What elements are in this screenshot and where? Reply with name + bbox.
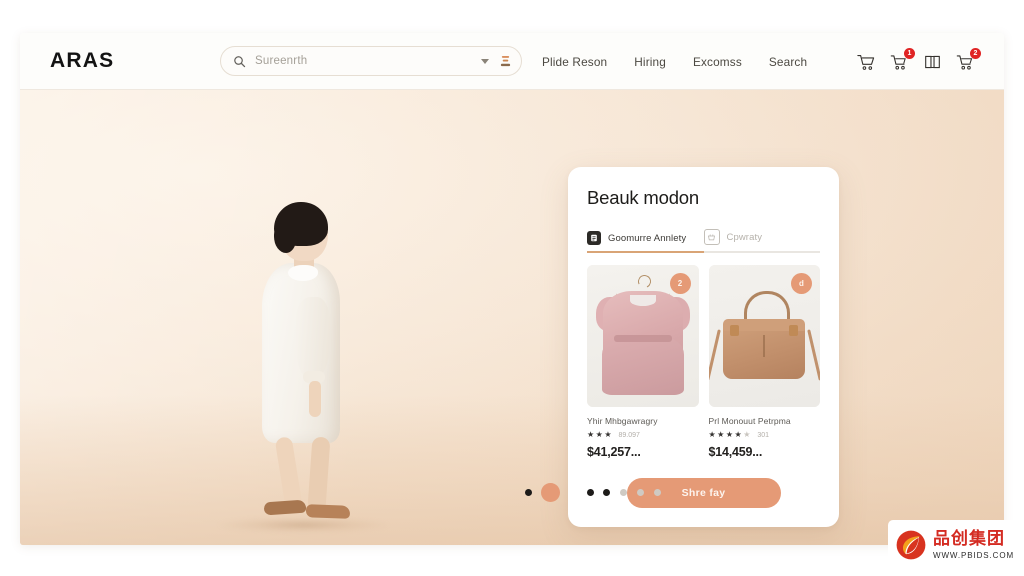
nav-icon-group: 1 2 [856, 33, 981, 90]
star-rating-1: ★ ★ ★ [587, 431, 612, 439]
panel-tabs: Goomurre Annlety Cpwraty [587, 225, 820, 253]
model-sandal-back [263, 499, 307, 516]
nav-links: Plide Reson Hiring Excomss Search [542, 33, 807, 90]
cart-notification-badge: 2 [970, 48, 981, 59]
rating-count-1: 89.097 [618, 431, 640, 439]
tab-active-underline [587, 251, 704, 253]
star-icon: ★ [595, 430, 603, 439]
carousel-dot-4[interactable] [603, 488, 610, 496]
basket-outline-icon [703, 229, 720, 245]
tab-goomurre-annlety[interactable]: Goomurre Annlety [587, 231, 704, 251]
product-badge-1[interactable]: 2 [669, 273, 691, 294]
dress-waistband [613, 335, 672, 342]
carousel-dot-3[interactable] [587, 488, 594, 496]
nav-link-excomss[interactable]: Excomss [693, 55, 742, 69]
star-icon: ★ [587, 430, 595, 439]
book-icon[interactable] [922, 51, 943, 72]
watermark-text: 品创集团 WWW.PBIDS.COM [933, 528, 1015, 560]
star-icon: ★ [734, 430, 742, 439]
product-grid: 2 Yhir Mhbgawragry ★ ★ ★ 89.097 $41,257.… [587, 265, 820, 459]
product-price-2: $14,459... [708, 445, 763, 459]
bag-center-seam [763, 335, 766, 357]
star-icon: ★ [604, 430, 612, 439]
document-solid-icon [587, 231, 601, 245]
product-card-2[interactable]: d Prl Monouut Petrpma ★ ★ ★ ★ ★ 301 $14,… [708, 265, 821, 459]
nav-link-plide-reson[interactable]: Plide Reson [542, 55, 607, 69]
model-collar [288, 265, 318, 281]
product-rating-1: ★ ★ ★ 89.097 [587, 431, 699, 439]
product-badge-2[interactable]: d [791, 273, 812, 294]
cart-alert-icon[interactable]: 1 [889, 48, 915, 72]
cart-icon[interactable] [856, 51, 877, 72]
page-frame: ARAS Sureenrth Plide Reson Hiring Excoms… [20, 33, 1004, 545]
carousel-dot-7[interactable] [654, 488, 661, 496]
search-input[interactable]: Sureenrth [255, 55, 481, 67]
product-name-2: Prl Monouut Petrpma [708, 416, 791, 426]
model-leg-back [274, 436, 303, 508]
product-image-dress[interactable]: 2 [587, 265, 699, 407]
product-rating-2: ★ ★ ★ ★ ★ 301 [709, 431, 821, 439]
top-navigation-bar: ARAS Sureenrth Plide Reson Hiring Excoms… [20, 33, 1004, 90]
screenshot-root: ARAS Sureenrth Plide Reson Hiring Excoms… [0, 0, 1024, 576]
model-hair-side [274, 223, 296, 253]
model-arm [309, 381, 321, 417]
tab-label-goomurre-annlety: Goomurre Annlety [608, 232, 687, 244]
product-card-1[interactable]: 2 Yhir Mhbgawragry ★ ★ ★ 89.097 $41,257.… [587, 265, 699, 459]
product-price-1: $41,257... [587, 445, 641, 459]
watermark-url: WWW.PBIDS.COM [933, 550, 1015, 560]
tab-cpwraty[interactable]: Cpwraty [703, 229, 821, 251]
star-rating-2: ★ ★ ★ ★ ★ [709, 431, 751, 439]
nav-link-search[interactable]: Search [769, 55, 807, 69]
filter-icon[interactable] [500, 55, 511, 68]
dress-neckline [629, 295, 656, 306]
model-sandal-front [305, 504, 351, 519]
panel-title: Beauk modon [587, 187, 699, 208]
product-name-1: Yhir Mhbgawragry [587, 416, 658, 426]
star-icon: ★ [725, 430, 734, 439]
hero-floor-gradient [20, 395, 1004, 545]
bag-clasp-right [789, 325, 799, 336]
model-leg-front [307, 436, 331, 510]
brand-logo[interactable]: ARAS [50, 49, 114, 73]
carousel-dot-1[interactable] [525, 488, 532, 496]
star-icon-empty: ★ [743, 430, 751, 439]
tab-label-cpwraty: Cpwraty [726, 231, 763, 243]
nav-link-hiring[interactable]: Hiring [634, 55, 666, 69]
watermark-brand-cn: 品创集团 [933, 528, 1005, 549]
carousel-dot-5[interactable] [620, 488, 627, 496]
dress-skirt [601, 337, 684, 395]
cart-alert-badge: 1 [904, 48, 915, 59]
carousel-dot-2-active[interactable] [541, 482, 560, 502]
watermark: 品创集团 WWW.PBIDS.COM [888, 520, 1018, 570]
product-panel: Beauk modon Goomurre Annlety Cpwraty 2 Y… [568, 167, 839, 527]
bag-clasp-left [730, 325, 740, 336]
hero-banner: Beauk modon Goomurre Annlety Cpwraty 2 Y… [20, 90, 1004, 545]
hero-child-model-image [216, 202, 391, 535]
rating-count-2: 301 [757, 431, 770, 439]
search-bar[interactable]: Sureenrth [220, 46, 522, 76]
model-sleeve [296, 297, 330, 379]
chevron-down-icon[interactable] [481, 58, 489, 64]
model-shadow [216, 517, 391, 533]
pbids-leaf-logo-icon [895, 529, 927, 561]
star-icon: ★ [708, 430, 716, 439]
carousel-dot-6[interactable] [637, 488, 644, 496]
star-icon: ★ [717, 430, 725, 439]
carousel-dots [525, 482, 661, 502]
product-image-handbag[interactable]: d [708, 265, 820, 407]
search-icon [233, 55, 246, 68]
cart-notification-icon[interactable]: 2 [955, 48, 981, 72]
